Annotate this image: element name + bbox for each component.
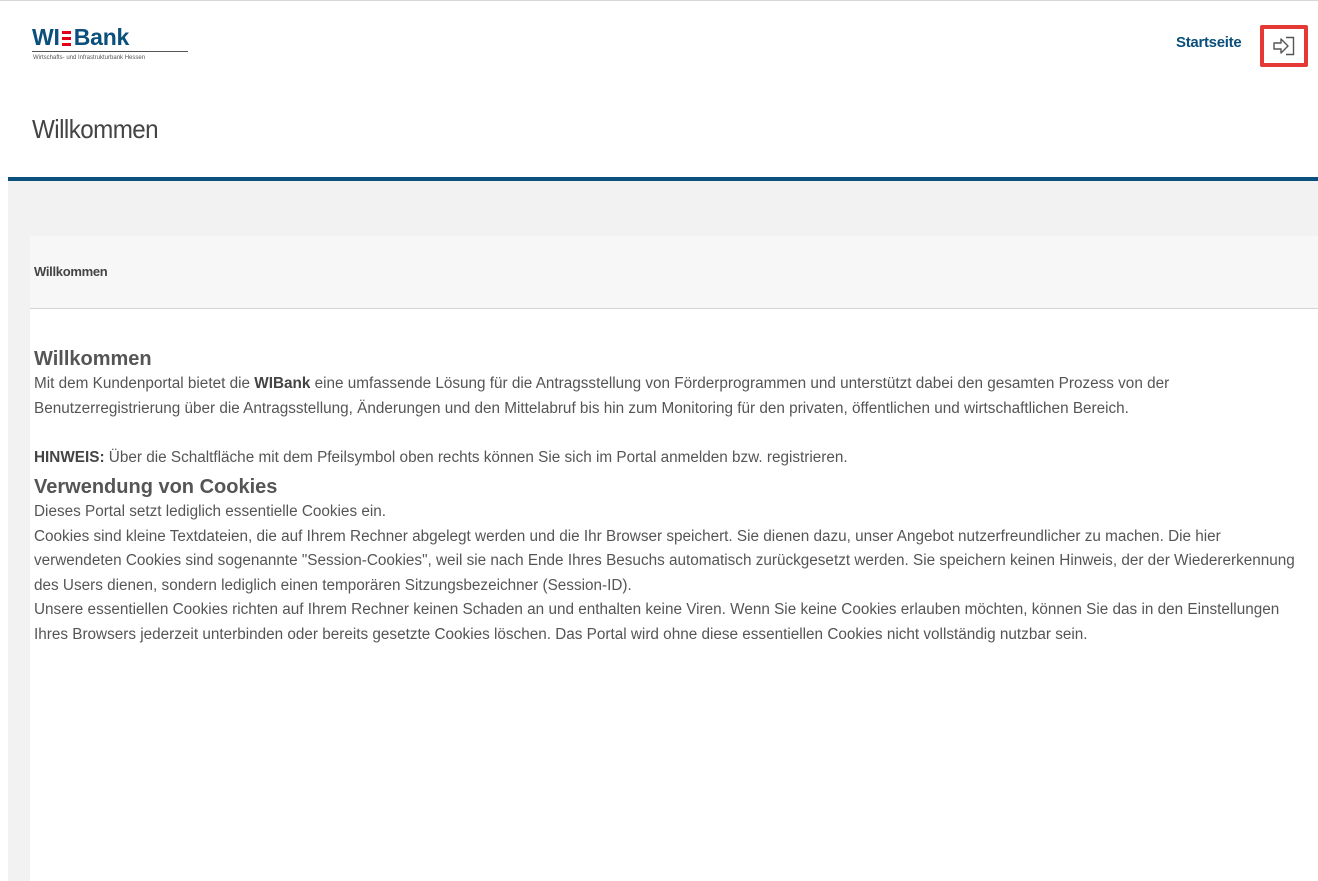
intro-paragraph: Mit dem Kundenportal bietet die WIBank e…	[34, 375, 1170, 417]
logo-subtitle: Wirtschafts- und Infrastrukturbank Hesse…	[33, 55, 146, 61]
logo-divider	[32, 51, 188, 52]
hint-label: HINWEIS:	[34, 448, 105, 466]
page-title: Willkommen	[32, 114, 159, 144]
cookies-paragraph-2: Cookies sind kleine Textdateien, die auf…	[34, 527, 1295, 594]
welcome-heading: Willkommen	[34, 348, 152, 370]
hint-paragraph: HINWEIS: Über die Schaltfläche mit dem P…	[34, 448, 848, 466]
logo-bars-icon	[61, 30, 71, 46]
nav-startseite-link[interactable]: Startseite	[1176, 34, 1242, 51]
card-header-title: Willkommen	[34, 264, 108, 279]
cookies-paragraph-3: Unsere essentiellen Cookies richten auf …	[34, 601, 1280, 643]
brand-name: WIBank	[254, 375, 311, 392]
card-header: Willkommen	[30, 236, 1318, 309]
wibank-logo[interactable]: WI Bank Wirtschafts- und Infrastrukturban…	[32, 24, 192, 64]
top-border	[0, 0, 1318, 1]
card-body: Willkommen Mit dem Kundenportal bietet d…	[34, 346, 1304, 647]
cookies-paragraph-1: Dieses Portal setzt lediglich essentiell…	[34, 503, 387, 520]
logo-wordmark: WI Bank	[32, 24, 130, 50]
login-arrow-icon	[1273, 36, 1295, 56]
welcome-card: Willkommen Willkommen Mit dem Kundenport…	[30, 236, 1318, 881]
login-button[interactable]	[1260, 25, 1308, 67]
cookies-heading: Verwendung von Cookies	[34, 476, 278, 498]
